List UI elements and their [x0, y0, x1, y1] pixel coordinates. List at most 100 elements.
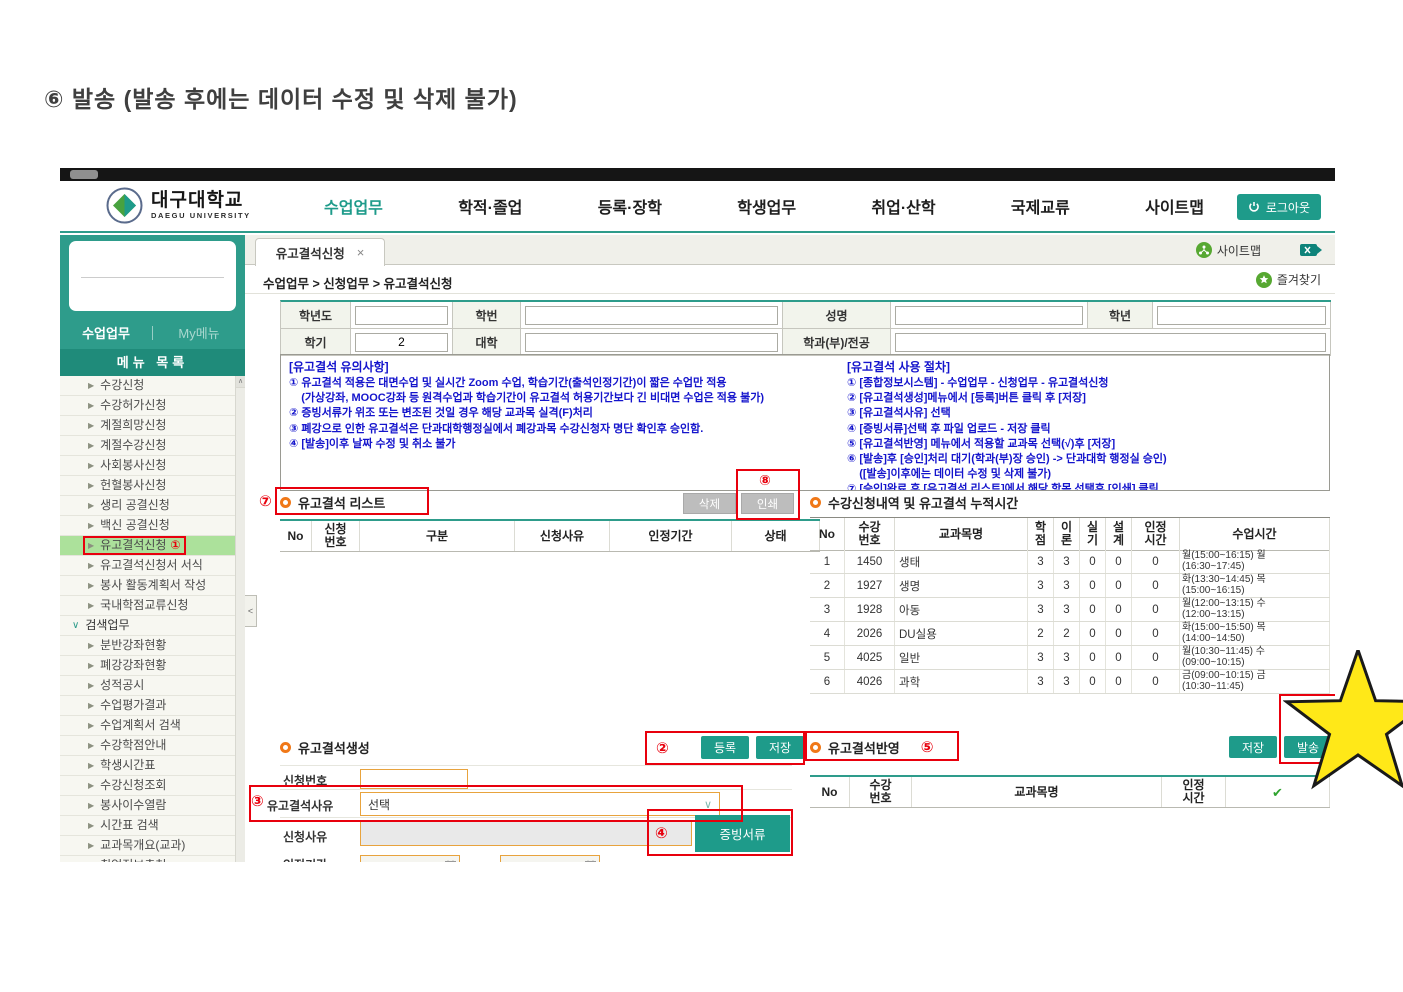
notice-line: ([발송]이후에는 데이터 수정 및 삭제 불가) — [847, 468, 1052, 481]
sidebar-menu-item[interactable]: ∨ 검색업무 — [60, 616, 245, 636]
sidebar-tab-mymenu[interactable]: My메뉴 — [153, 323, 245, 342]
sidebar-menu-item[interactable]: ▶ 봉사 활동계획서 작성 — [60, 576, 245, 596]
tab-close-icon[interactable]: × — [357, 245, 365, 260]
tab-yugo-absence[interactable]: 유고결석신청 × — [255, 238, 385, 266]
cell-credit: 3 — [1028, 670, 1054, 693]
cell-course-no: 1928 — [845, 598, 895, 621]
close-all-windows-icon[interactable] — [1299, 242, 1323, 258]
sidebar-menu-item[interactable]: ▶ 수강신청 — [60, 376, 245, 396]
sidebar-menu-item[interactable]: ▶ 폐강강좌현황 — [60, 656, 245, 676]
sidebar-menu-item[interactable]: ▶ 수강허가신청 — [60, 396, 245, 416]
table-row: 1 1450 생태 3 3 0 0 0 월(15:00~16:15) 월(16:… — [810, 550, 1330, 574]
menu-arrow-icon: ▶ — [88, 401, 95, 410]
page-title: ⑥ 발송 (발송 후에는 데이터 수정 및 삭제 불가) — [44, 86, 518, 112]
menu-arrow-icon: ▶ — [88, 841, 95, 850]
period-start-input[interactable] — [360, 855, 460, 862]
nav-item[interactable]: 등록·장학 — [598, 194, 662, 218]
grade-input[interactable] — [1157, 305, 1326, 325]
cell-no: 6 — [810, 670, 845, 693]
menu-arrow-icon: ▶ — [88, 721, 95, 730]
major-input[interactable] — [895, 332, 1326, 352]
menu-arrow-icon: ▶ — [88, 661, 95, 670]
cell-credit: 2 — [1028, 622, 1054, 645]
logo-title: 대구대학교 — [151, 190, 244, 211]
reason-select[interactable]: 선택 ∨ — [360, 792, 720, 816]
enroll-section-title: 수강신청내역 및 유고결석 누적시간 — [810, 493, 1018, 512]
menu-item-label: 사회봉사신청 — [100, 458, 167, 472]
sidebar-menu-item[interactable]: ▶ 시간표 검색 — [60, 816, 245, 836]
attachment-button[interactable]: 증빙서류 — [695, 815, 790, 852]
sidebar-menu-item[interactable]: ▶ 교과목개요(교과) — [60, 836, 245, 856]
sidebar-menu-item[interactable]: ▶ 수업계획서 검색 — [60, 716, 245, 736]
semester-cell — [351, 329, 453, 356]
sitemap-link[interactable]: 사이트맵 — [1195, 242, 1261, 259]
sidebar-menu-item[interactable]: ▶ 계절수강신청 — [60, 436, 245, 456]
sidebar-menu-item[interactable]: ▶ 헌혈봉사신청 — [60, 476, 245, 496]
scroll-up-icon[interactable]: ∧ — [236, 376, 245, 388]
period-end-input[interactable] — [500, 855, 600, 862]
logout-button[interactable]: 로그아웃 — [1236, 194, 1321, 220]
app-window: 대구대학교 DAEGU UNIVERSITY 수업업무 학적·졸업 등록·장학 학생업… — [60, 168, 1335, 862]
semester-input[interactable] — [355, 332, 448, 352]
col-credit: 학 점 — [1028, 518, 1054, 550]
nav-item[interactable]: 사이트맵 — [1145, 194, 1204, 218]
delete-button[interactable]: 삭제 — [683, 493, 736, 514]
sitemap-icon — [1195, 242, 1212, 258]
nav-item[interactable]: 학생업무 — [737, 194, 796, 218]
sidebar-collapse-handle[interactable]: < — [245, 595, 257, 627]
nav-item[interactable]: 학적·졸업 — [458, 194, 522, 218]
menu-arrow-icon: ▶ — [88, 601, 95, 610]
apply-no-input[interactable] — [360, 769, 468, 789]
cell-recognized: 0 — [1132, 550, 1180, 573]
col-category: 구분 — [360, 521, 515, 551]
sidebar-menu-item[interactable]: ▶ 사회봉사신청 — [60, 456, 245, 476]
nav-item[interactable]: 국제교류 — [1011, 194, 1070, 218]
select-all-checkbox[interactable]: ✔ — [1226, 777, 1330, 807]
sidebar-menu-item[interactable]: ▶ 분반강좌현황 — [60, 636, 245, 656]
menu-arrow-icon: ▶ — [88, 741, 95, 750]
send-button[interactable]: 발송 — [1284, 736, 1332, 758]
sidebar-tab-lecture[interactable]: 수업업무 — [60, 323, 152, 342]
detail-reason-textarea[interactable] — [360, 820, 692, 846]
sidebar-menu-item[interactable]: ▶ 수강학점안내 — [60, 736, 245, 756]
col-design: 설 계 — [1106, 518, 1132, 550]
sitemap-label: 사이트맵 — [1216, 243, 1261, 258]
menu-scrollbar[interactable]: ∧ — [235, 376, 245, 862]
name-input[interactable] — [895, 305, 1083, 325]
sidebar-menu-item[interactable]: ▶ 계절희망신청 — [60, 416, 245, 436]
register-button[interactable]: 등록 — [701, 736, 749, 759]
cell-course-name: 생명 — [895, 574, 1028, 597]
sidebar-menu-item[interactable]: ▶ 생리 공결신청 — [60, 496, 245, 516]
year-input[interactable] — [355, 305, 448, 325]
cell-practice: 0 — [1080, 598, 1106, 621]
sidebar-menu-item[interactable]: ▶ 유고결석신청 ① — [60, 536, 245, 556]
favorites-link[interactable]: 즐겨찾기 — [1255, 271, 1321, 288]
cell-no: 3 — [810, 598, 845, 621]
sidebar-menu-item[interactable]: ▶ 수업평가결과 — [60, 696, 245, 716]
browser-strip-tab — [70, 170, 98, 179]
sidebar-menu-item[interactable]: ▶ 취업정보추천 — [60, 856, 245, 862]
sidebar-menu-item[interactable]: ▶ 학생시간표 — [60, 756, 245, 776]
apply-save-button[interactable]: 저장 — [1229, 736, 1277, 758]
cell-course-name: DU실용 — [895, 622, 1028, 645]
sidebar-menu-item[interactable]: ▶ 유고결석신청서 서식 — [60, 556, 245, 576]
menu-item-label: 수강신청조회 — [100, 778, 167, 792]
print-button[interactable]: 인쇄 — [741, 493, 794, 514]
create-save-button[interactable]: 저장 — [756, 736, 804, 759]
name-label: 성명 — [783, 302, 891, 329]
menu-arrow-icon: ▶ — [88, 421, 95, 430]
menu-item-label: 헌혈봉사신청 — [100, 478, 167, 492]
col-period: 인정기간 — [610, 521, 732, 551]
menu-item-label: 생리 공결신청 — [100, 498, 170, 512]
nav-item[interactable]: 수업업무 — [324, 194, 383, 218]
student-id-input[interactable] — [525, 305, 778, 325]
sidebar-menu-item[interactable]: ▶ 백신 공결신청 — [60, 516, 245, 536]
sidebar-menu-item[interactable]: ▶ 수강신청조회 — [60, 776, 245, 796]
sidebar-menu-item[interactable]: ▶ 봉사이수열람 — [60, 796, 245, 816]
major-cell — [891, 329, 1331, 356]
sidebar-menu-item[interactable]: ▶ 국내학점교류신청 — [60, 596, 245, 616]
college-input[interactable] — [525, 332, 778, 352]
nav-item[interactable]: 취업·산학 — [871, 194, 935, 218]
sidebar-menu-item[interactable]: ▶ 성적공시 — [60, 676, 245, 696]
menu-item-label: 성적공시 — [100, 678, 145, 692]
